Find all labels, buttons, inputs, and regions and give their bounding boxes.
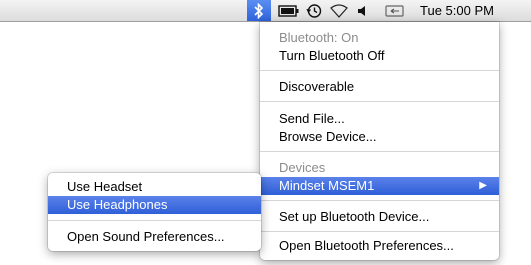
menu-separator [260,70,499,71]
volume-icon [358,5,365,16]
bluetooth-status-label: Bluetooth: On [279,30,359,45]
open-bluetooth-preferences-item[interactable]: Open Bluetooth Preferences... [260,237,499,255]
menu-separator [48,220,261,221]
send-file-item[interactable]: Send File... [260,110,499,128]
time-machine-menu-extra[interactable] [303,0,325,21]
discoverable-item[interactable]: Discoverable [260,78,499,96]
time-machine-icon [306,3,322,18]
menu-separator [260,200,499,201]
devices-header: Devices [279,160,326,175]
device-submenu: Use Headset Use Headphones Open Sound Pr… [48,173,261,251]
bluetooth-menu-extra[interactable] [247,0,271,21]
menu-separator [260,101,499,102]
use-headphones-item[interactable]: Use Headphones [48,196,261,214]
browse-device-item[interactable]: Browse Device... [260,128,499,146]
bluetooth-icon [254,2,264,19]
device-item-mindset[interactable]: Mindset MSEM1 ▶ [260,177,499,195]
battery-icon [278,4,299,17]
open-sound-preferences-item[interactable]: Open Sound Preferences... [48,228,261,246]
bluetooth-menu: Bluetooth: On Turn Bluetooth Off Discove… [260,22,499,260]
device-item-label: Mindset MSEM1 [279,178,375,193]
wifi-icon [330,3,348,18]
menu-separator [260,151,499,152]
wifi-menu-extra[interactable] [327,0,351,21]
turn-bluetooth-off-item[interactable]: Turn Bluetooth Off [260,47,499,65]
menu-separator [260,231,499,232]
display-menu-extra[interactable] [383,0,407,21]
menubar-clock[interactable]: Tue 5:00 PM [416,0,531,21]
menu-bar: Tue 5:00 PM [0,0,531,22]
display-icon [385,4,404,17]
volume-menu-extra[interactable] [352,0,372,21]
battery-menu-extra[interactable] [276,0,302,21]
set-up-bluetooth-device-item[interactable]: Set up Bluetooth Device... [260,208,499,226]
use-headset-item[interactable]: Use Headset [48,178,261,196]
submenu-arrow-icon: ▶ [479,180,487,191]
